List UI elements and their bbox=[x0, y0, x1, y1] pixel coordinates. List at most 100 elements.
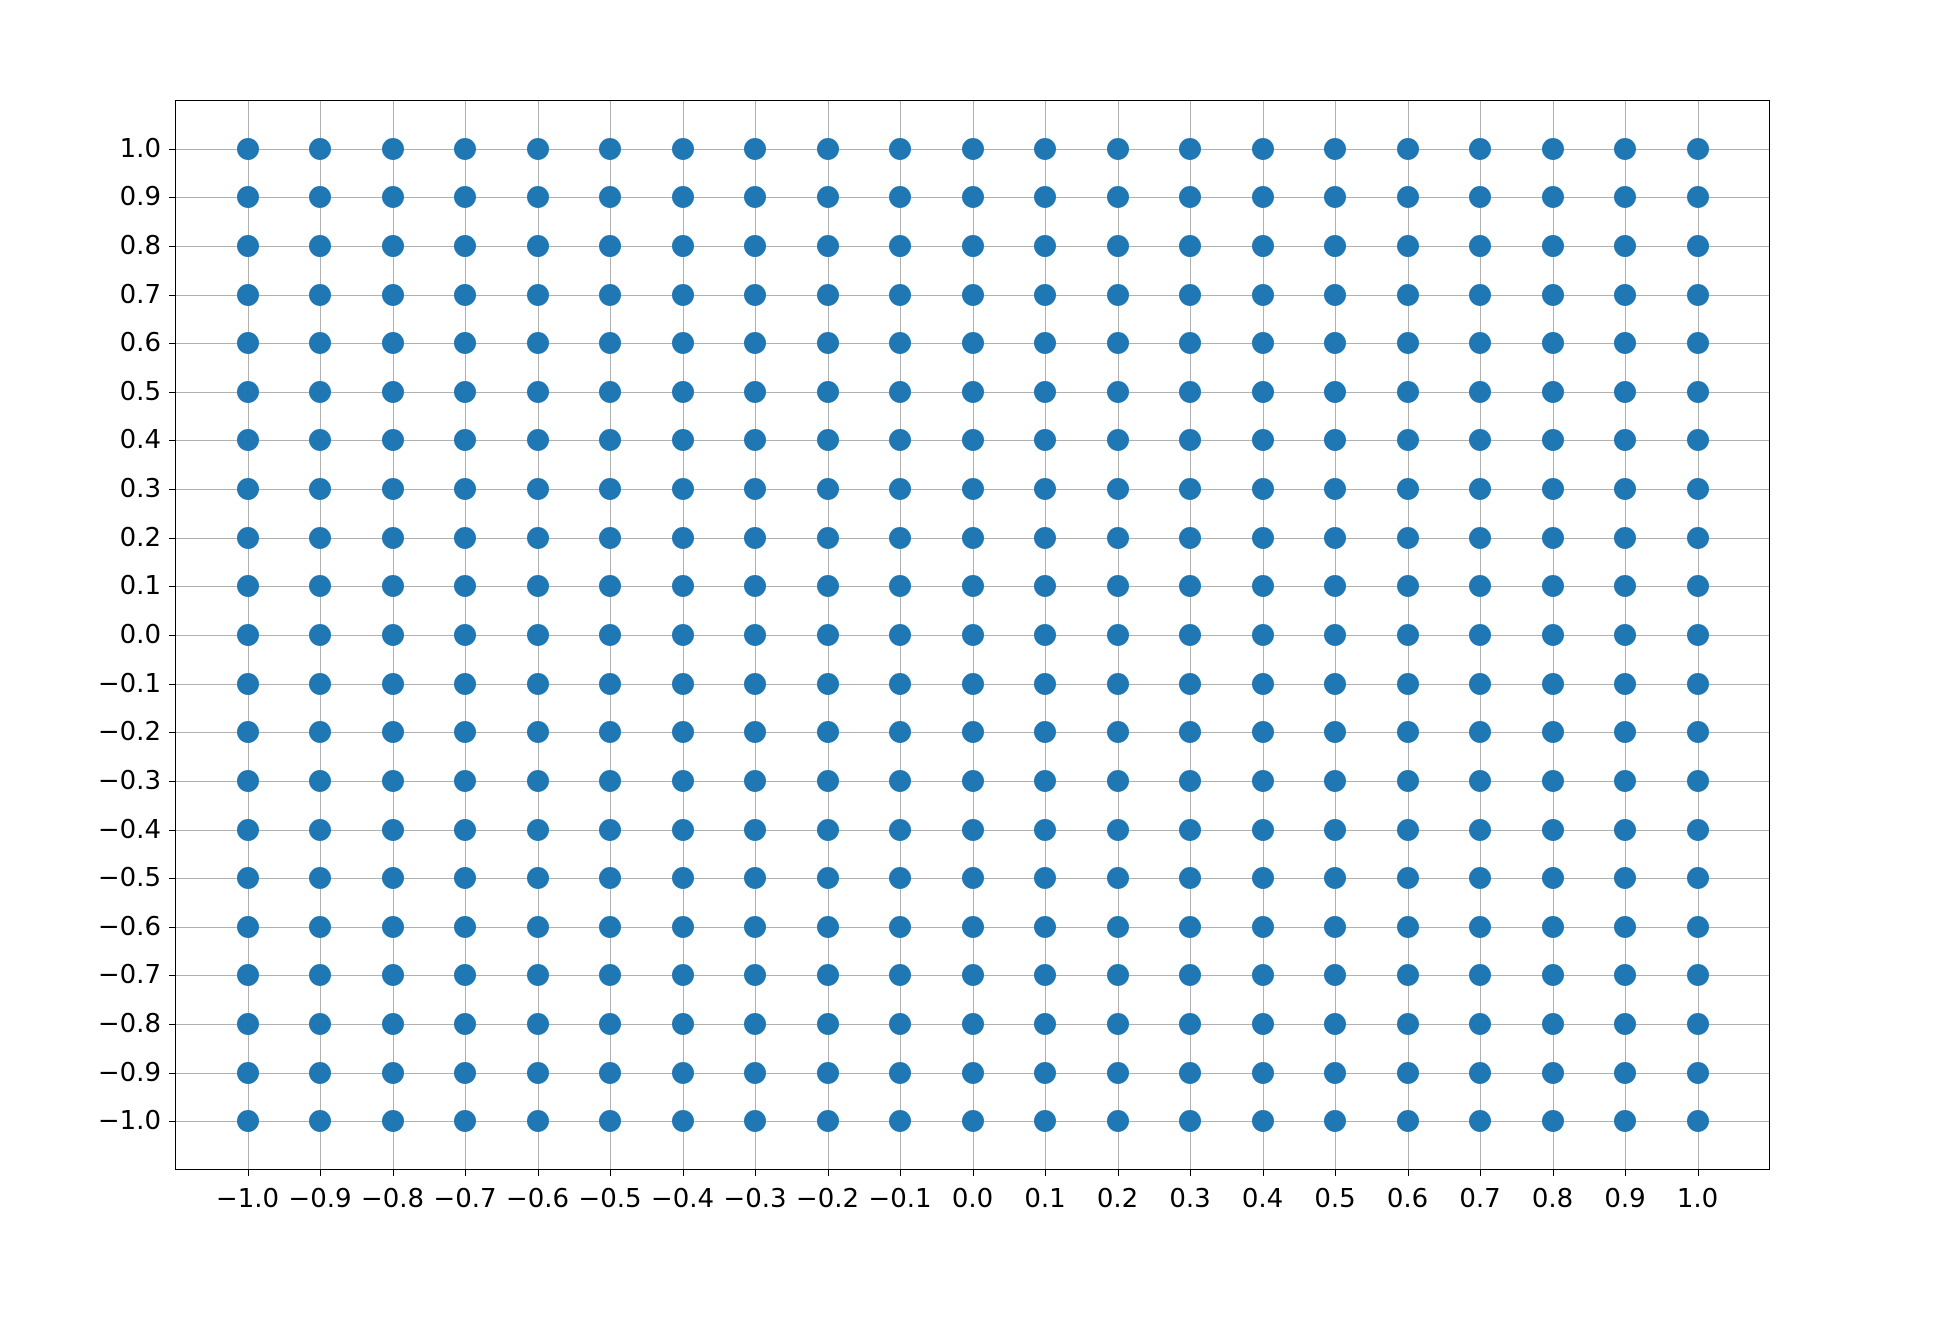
scatter-point bbox=[1614, 381, 1636, 403]
scatter-point bbox=[1687, 1013, 1709, 1035]
scatter-point bbox=[1179, 381, 1201, 403]
scatter-point bbox=[382, 138, 404, 160]
scatter-point bbox=[527, 332, 549, 354]
scatter-point bbox=[672, 673, 694, 695]
scatter-point bbox=[527, 429, 549, 451]
scatter-point bbox=[1614, 575, 1636, 597]
scatter-point bbox=[1542, 429, 1564, 451]
scatter-point bbox=[817, 964, 839, 986]
scatter-point bbox=[1034, 916, 1056, 938]
scatter-point bbox=[1034, 624, 1056, 646]
x-tick-label: 0.0 bbox=[952, 1184, 993, 1214]
scatter-point bbox=[382, 1110, 404, 1132]
scatter-point bbox=[1469, 527, 1491, 549]
scatter-point bbox=[962, 770, 984, 792]
scatter-point bbox=[1397, 1013, 1419, 1035]
scatter-point bbox=[382, 624, 404, 646]
scatter-point bbox=[237, 721, 259, 743]
scatter-point bbox=[1107, 721, 1129, 743]
scatter-point bbox=[817, 332, 839, 354]
scatter-point bbox=[1687, 575, 1709, 597]
scatter-point bbox=[527, 964, 549, 986]
scatter-point bbox=[1542, 575, 1564, 597]
scatter-point bbox=[309, 916, 331, 938]
scatter-point bbox=[1469, 624, 1491, 646]
scatter-point bbox=[962, 673, 984, 695]
scatter-point bbox=[672, 721, 694, 743]
scatter-point bbox=[962, 186, 984, 208]
scatter-point bbox=[889, 575, 911, 597]
scatter-point bbox=[237, 235, 259, 257]
scatter-point bbox=[672, 964, 694, 986]
scatter-point bbox=[454, 478, 476, 500]
scatter-point bbox=[1034, 1110, 1056, 1132]
scatter-point bbox=[1687, 867, 1709, 889]
scatter-point bbox=[1397, 964, 1419, 986]
scatter-point bbox=[1542, 186, 1564, 208]
scatter-point bbox=[527, 138, 549, 160]
scatter-point bbox=[527, 186, 549, 208]
scatter-point bbox=[744, 381, 766, 403]
scatter-point bbox=[1687, 527, 1709, 549]
scatter-point bbox=[889, 819, 911, 841]
scatter-point bbox=[1252, 138, 1274, 160]
scatter-point bbox=[962, 867, 984, 889]
x-tick-mark bbox=[1118, 1170, 1119, 1176]
scatter-point bbox=[599, 1013, 621, 1035]
scatter-point bbox=[672, 1013, 694, 1035]
scatter-point bbox=[309, 1013, 331, 1035]
scatter-point bbox=[672, 770, 694, 792]
scatter-point bbox=[1397, 1062, 1419, 1084]
scatter-point bbox=[1252, 624, 1274, 646]
y-tick-mark bbox=[169, 684, 175, 685]
y-tick-mark bbox=[169, 197, 175, 198]
scatter-point bbox=[1107, 381, 1129, 403]
scatter-point bbox=[1034, 332, 1056, 354]
scatter-point bbox=[1179, 478, 1201, 500]
scatter-point bbox=[1252, 381, 1274, 403]
x-tick-mark bbox=[828, 1170, 829, 1176]
scatter-point bbox=[527, 381, 549, 403]
scatter-point bbox=[382, 235, 404, 257]
scatter-point bbox=[599, 673, 621, 695]
scatter-point bbox=[1034, 235, 1056, 257]
scatter-point bbox=[1107, 478, 1129, 500]
scatter-point bbox=[1324, 332, 1346, 354]
y-tick-mark bbox=[169, 1024, 175, 1025]
scatter-point bbox=[1179, 624, 1201, 646]
scatter-point bbox=[1614, 527, 1636, 549]
scatter-point bbox=[889, 332, 911, 354]
scatter-point bbox=[382, 429, 404, 451]
scatter-point bbox=[1252, 1110, 1274, 1132]
scatter-point bbox=[962, 819, 984, 841]
x-tick-mark bbox=[1698, 1170, 1699, 1176]
scatter-point bbox=[1324, 527, 1346, 549]
scatter-point bbox=[527, 624, 549, 646]
scatter-point bbox=[454, 867, 476, 889]
scatter-point bbox=[1614, 1110, 1636, 1132]
scatter-point bbox=[309, 235, 331, 257]
scatter-point bbox=[1034, 721, 1056, 743]
scatter-point bbox=[309, 429, 331, 451]
scatter-point bbox=[1107, 1013, 1129, 1035]
scatter-point bbox=[382, 381, 404, 403]
scatter-point bbox=[962, 138, 984, 160]
scatter-point bbox=[1542, 1013, 1564, 1035]
scatter-point bbox=[1687, 819, 1709, 841]
y-tick-label: −0.5 bbox=[98, 863, 161, 893]
scatter-point bbox=[1034, 673, 1056, 695]
scatter-point bbox=[237, 1062, 259, 1084]
scatter-point bbox=[454, 624, 476, 646]
scatter-point bbox=[1324, 138, 1346, 160]
scatter-point bbox=[1324, 867, 1346, 889]
scatter-point bbox=[1687, 478, 1709, 500]
scatter-point bbox=[309, 186, 331, 208]
scatter-point bbox=[672, 575, 694, 597]
x-tick-mark bbox=[683, 1170, 684, 1176]
scatter-point bbox=[744, 673, 766, 695]
scatter-point bbox=[382, 770, 404, 792]
scatter-point bbox=[1469, 575, 1491, 597]
scatter-point bbox=[1614, 964, 1636, 986]
scatter-point bbox=[1107, 138, 1129, 160]
x-tick-label: −0.4 bbox=[651, 1184, 714, 1214]
